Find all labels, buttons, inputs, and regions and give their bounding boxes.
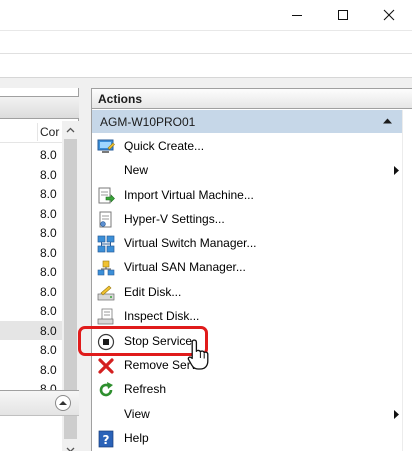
minimize-button[interactable]	[274, 0, 320, 30]
row-cell: 8.0	[40, 167, 57, 182]
action-edit-disk[interactable]: Edit Disk...	[92, 281, 402, 305]
action-label: Edit Disk...	[124, 285, 182, 299]
edit-disk-icon	[97, 284, 115, 302]
action-quick-create[interactable]: Quick Create...	[92, 135, 402, 159]
svg-text:?: ?	[103, 433, 110, 447]
collapse-button[interactable]	[55, 395, 71, 411]
table-row[interactable]: 8.0	[0, 360, 62, 380]
maximize-button[interactable]	[320, 0, 366, 30]
collapse-caret-icon[interactable]	[383, 118, 392, 124]
quick-create-icon	[97, 138, 115, 156]
row-cell: 8.0	[40, 206, 57, 221]
row-cell: 8.0	[40, 148, 57, 162]
action-hyper-v-settings[interactable]: Hyper-V Settings...	[92, 208, 402, 232]
collapse-up-icon	[59, 401, 67, 405]
close-button[interactable]	[366, 0, 412, 30]
minimize-icon	[292, 15, 302, 16]
table-row-selected[interactable]: 8.0	[0, 320, 62, 340]
table-row[interactable]: 8.0	[0, 165, 62, 185]
row-cell: 8.0	[40, 343, 57, 357]
maximize-icon	[338, 10, 348, 20]
row-cell: 8.0	[40, 265, 57, 279]
details-pane-header	[0, 390, 79, 416]
submenu-arrow-icon	[394, 166, 399, 175]
table-row[interactable]: 8.0	[0, 262, 62, 282]
action-label: Hyper-V Settings...	[124, 212, 225, 226]
virtual-switch-icon	[97, 235, 115, 253]
row-cell: 8.0	[40, 323, 57, 338]
vm-list: 8.0 8.0 8.0 8.0 8.0 8.0 8.0 8.0 8.0 8.0 …	[0, 145, 62, 391]
action-new[interactable]: New	[92, 159, 402, 183]
row-cell: 8.0	[40, 304, 57, 318]
actions-scrollbar[interactable]	[402, 110, 412, 451]
action-virtual-san-manager[interactable]: Virtual SAN Manager...	[92, 256, 402, 280]
column-header[interactable]: Cor	[0, 121, 62, 143]
table-row[interactable]: 8.0	[0, 340, 62, 360]
refresh-icon	[97, 381, 115, 399]
table-row[interactable]: 8.0	[0, 301, 62, 321]
table-row[interactable]: 8.0	[0, 204, 62, 224]
row-cell: 8.0	[40, 284, 57, 299]
title-bar	[0, 0, 412, 30]
action-virtual-switch-manager[interactable]: Virtual Switch Manager...	[92, 232, 402, 256]
hand-cursor-icon	[187, 339, 209, 370]
scroll-up-icon[interactable]	[62, 121, 79, 138]
row-cell: 8.0	[40, 362, 57, 377]
actions-pane: Actions AGM-W10PRO01 Quick Create... New…	[91, 88, 412, 451]
close-icon	[383, 9, 395, 21]
row-cell: 8.0	[40, 187, 57, 201]
action-label: Help	[124, 431, 149, 445]
action-help[interactable]: ? Help	[92, 427, 402, 451]
table-row[interactable]: 8.0	[0, 223, 62, 243]
pane-header	[0, 96, 79, 119]
row-cell: 8.0	[40, 226, 57, 240]
action-label: New	[124, 163, 149, 177]
table-row[interactable]: 8.0	[0, 282, 62, 302]
inspect-disk-icon	[97, 308, 115, 326]
toolbar	[0, 54, 412, 78]
action-label: Inspect Disk...	[124, 309, 200, 323]
column-separator[interactable]	[37, 123, 38, 141]
remove-icon	[97, 357, 115, 375]
action-import-virtual-machine[interactable]: Import Virtual Machine...	[92, 184, 402, 208]
actions-pane-title: Actions	[92, 88, 412, 109]
table-row[interactable]: 8.0	[0, 184, 62, 204]
action-label: Quick Create...	[124, 139, 205, 153]
actions-title-label: Actions	[98, 92, 143, 106]
action-label: Virtual Switch Manager...	[124, 236, 257, 250]
host-name-label: AGM-W10PRO01	[100, 115, 196, 129]
scroll-down-icon[interactable]	[62, 441, 79, 451]
action-refresh[interactable]: Refresh	[92, 378, 402, 402]
column-header-label: Cor	[40, 125, 60, 139]
settings-icon	[97, 211, 115, 229]
action-view[interactable]: View	[92, 403, 402, 427]
action-label: Refresh	[124, 382, 167, 396]
help-icon: ?	[97, 430, 115, 448]
virtual-san-icon	[97, 259, 115, 277]
action-label: Import Virtual Machine...	[124, 188, 254, 202]
menu-bar	[0, 30, 412, 54]
actions-group-header[interactable]: AGM-W10PRO01	[92, 110, 402, 133]
action-remove-service[interactable]: Remove Serv	[92, 354, 402, 378]
row-cell: 8.0	[40, 245, 57, 260]
table-row[interactable]: 8.0	[0, 145, 62, 165]
action-label: Virtual SAN Manager...	[124, 260, 246, 274]
import-vm-icon	[97, 187, 115, 205]
submenu-arrow-icon	[394, 410, 399, 419]
action-label: View	[124, 407, 150, 421]
table-row[interactable]: 8.0	[0, 243, 62, 263]
